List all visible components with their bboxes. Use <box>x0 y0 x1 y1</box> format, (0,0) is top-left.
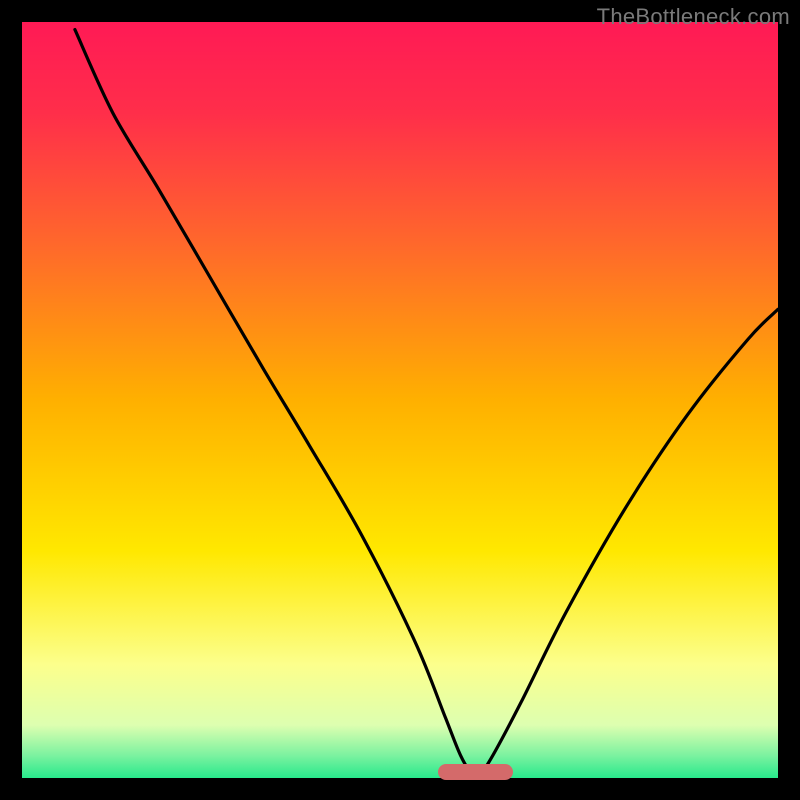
watermark-text: TheBottleneck.com <box>597 4 790 30</box>
minimum-marker <box>438 764 514 780</box>
